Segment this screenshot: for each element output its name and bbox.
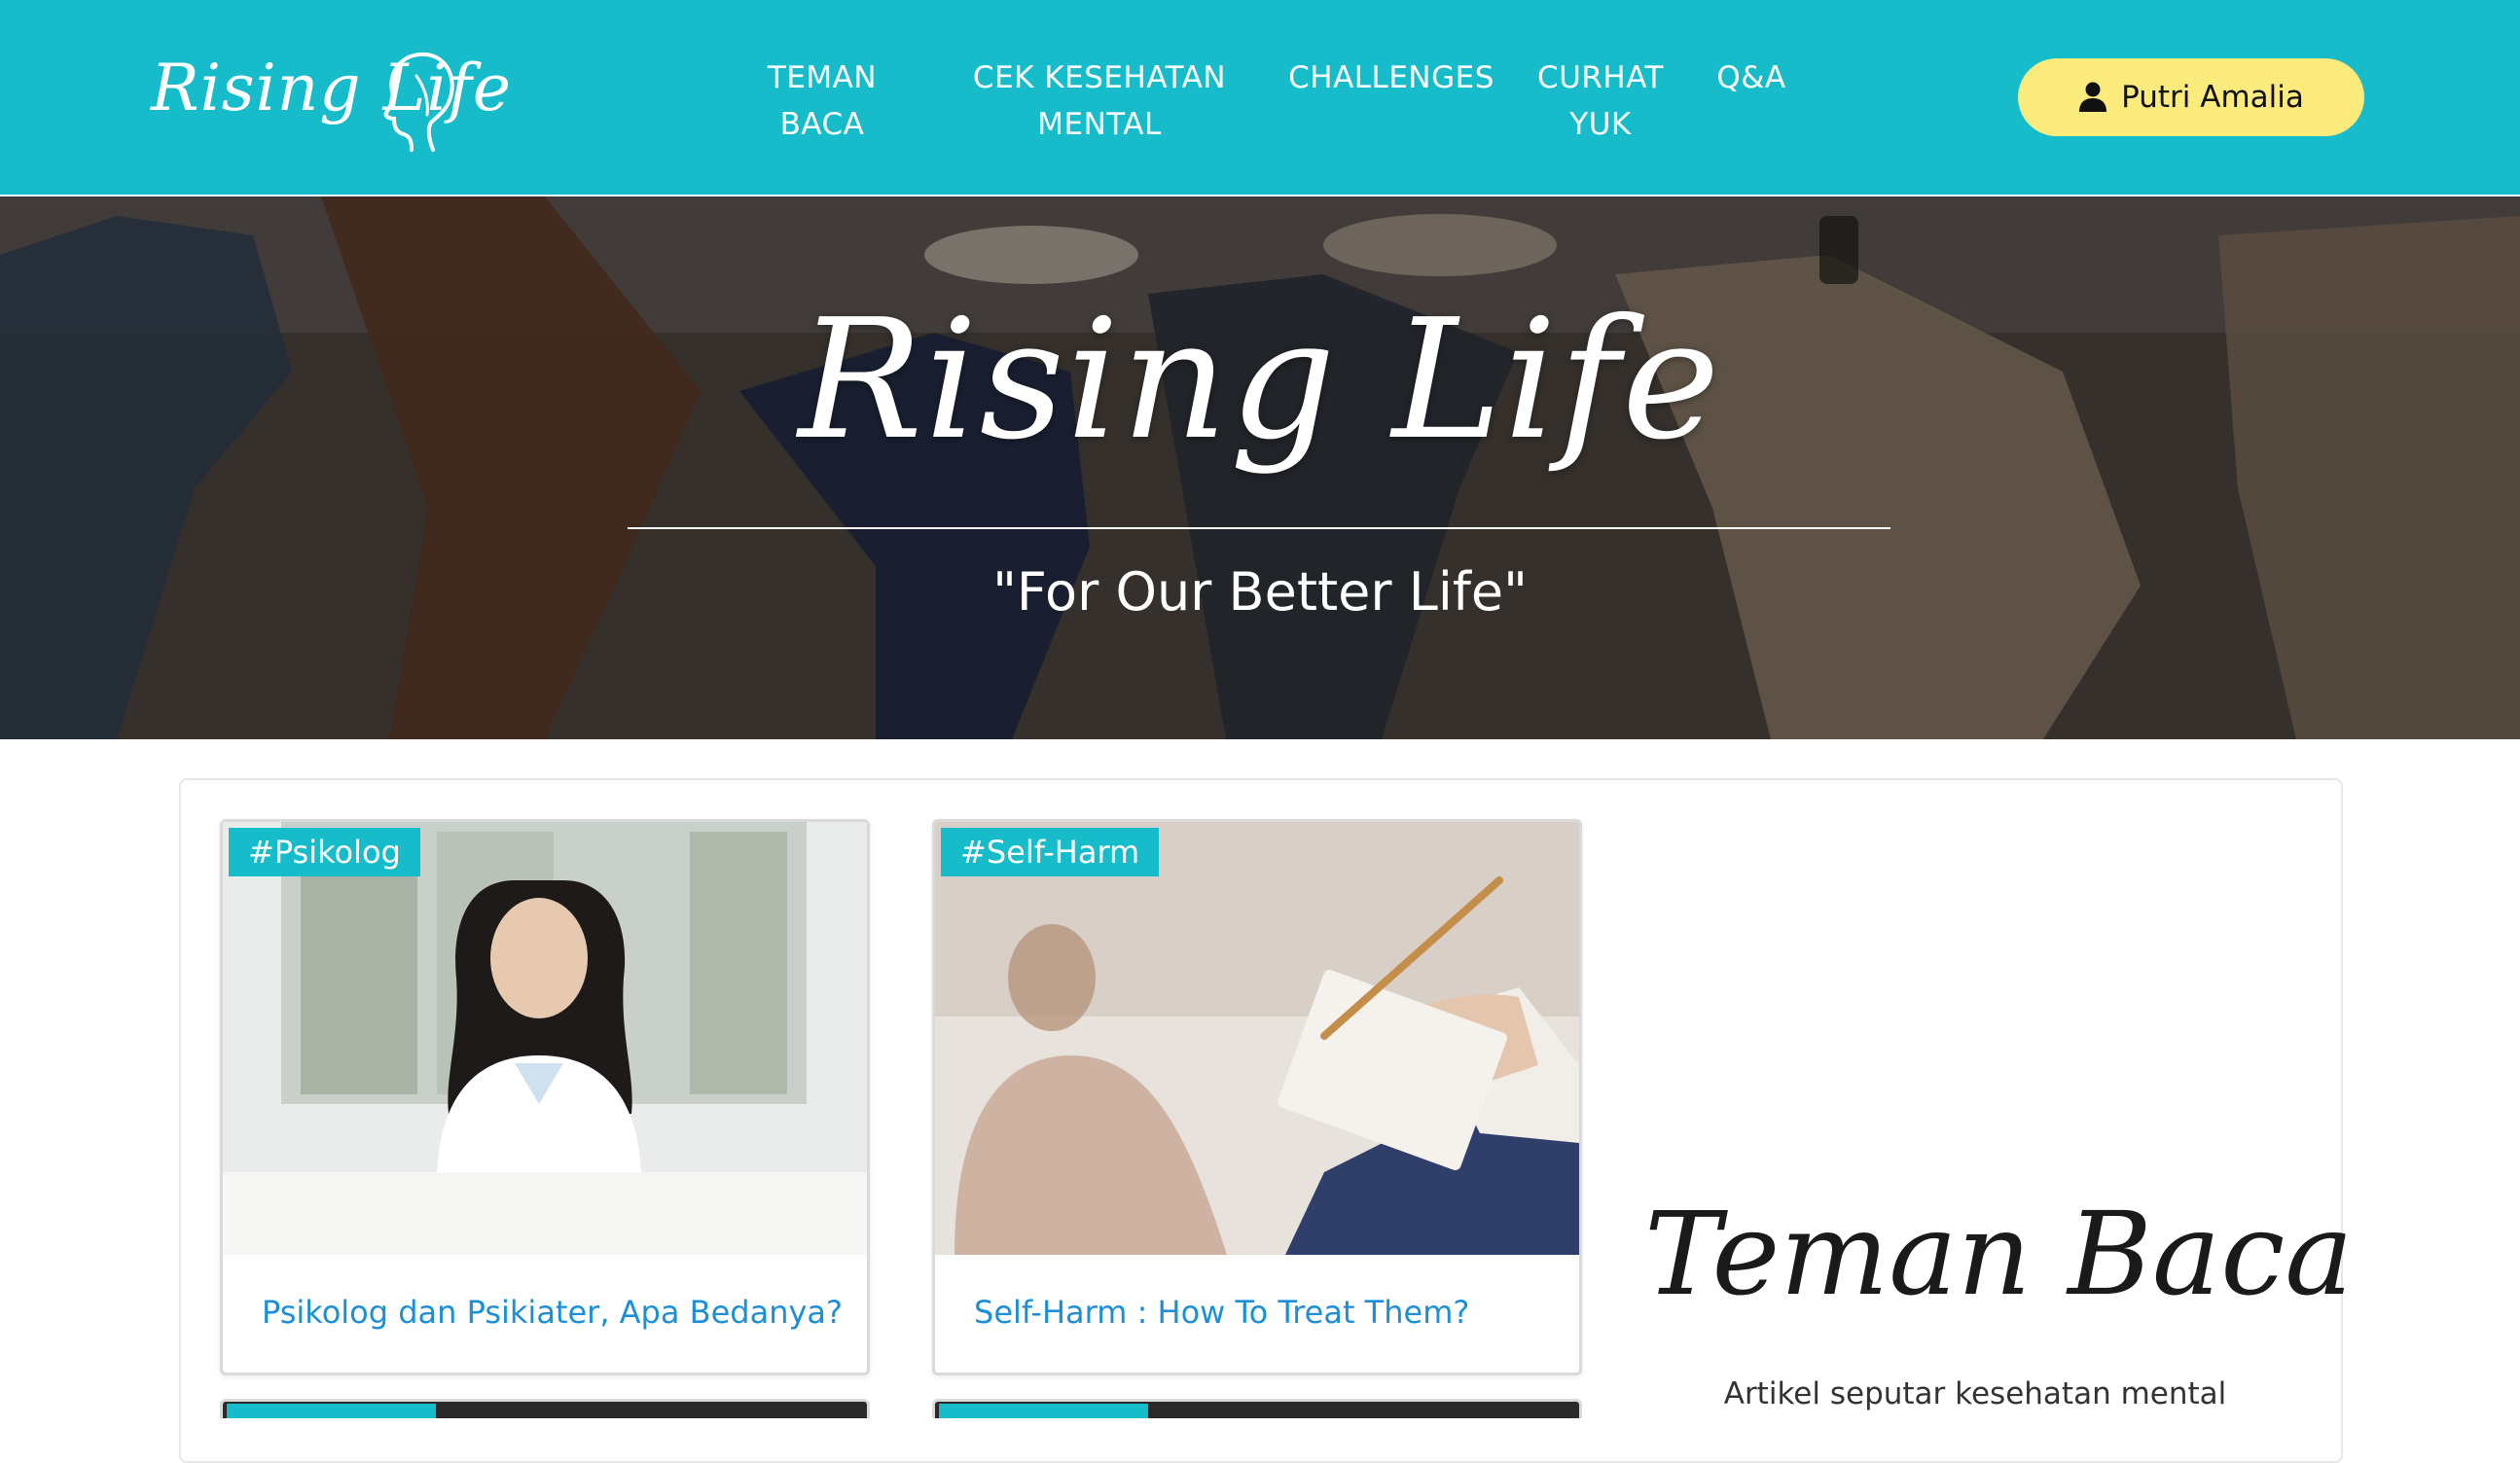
section-subtitle: Artikel seputar kesehatan mental bbox=[1723, 1376, 2227, 1411]
nav-cek-kesehatan-mental[interactable]: CEK KESEHATAN MENTAL bbox=[958, 54, 1241, 148]
article-card[interactable]: #Self-Harm Self-Harm : How To Treat Them… bbox=[932, 819, 1582, 1375]
article-tag[interactable]: #Psikolog bbox=[229, 828, 420, 876]
nav-curhat-yuk[interactable]: CURHAT YUK bbox=[1528, 54, 1674, 148]
article-tag-partial bbox=[939, 1404, 1148, 1418]
user-profile-button[interactable]: Putri Amalia bbox=[2018, 58, 2364, 136]
article-card-partial[interactable] bbox=[220, 1399, 870, 1418]
nav-label-line: MENTAL bbox=[1037, 107, 1162, 142]
article-tag-partial bbox=[227, 1404, 436, 1418]
article-card-partial[interactable] bbox=[932, 1399, 1582, 1418]
brand-logo[interactable]: Rising Life bbox=[151, 47, 511, 154]
nav-label-line: CHALLENGES bbox=[1288, 60, 1494, 95]
article-card[interactable]: #Psikolog Psikolog dan Psikiater, Apa Be… bbox=[220, 819, 870, 1375]
head-profile-icon bbox=[383, 52, 454, 152]
article-title-link[interactable]: Self-Harm : How To Treat Them? bbox=[974, 1294, 1469, 1331]
article-tag[interactable]: #Self-Harm bbox=[941, 828, 1160, 876]
nav-label-line: CURHAT bbox=[1537, 60, 1664, 95]
section-title: Teman Baca bbox=[1644, 1187, 2354, 1321]
nav-label-line: CEK KESEHATAN bbox=[972, 60, 1227, 95]
nav-label-line: YUK bbox=[1569, 107, 1632, 142]
nav-label-line: TEMAN bbox=[767, 60, 878, 95]
article-image bbox=[223, 822, 867, 1255]
hero-tagline: "For Our Better Life" bbox=[992, 561, 1528, 623]
hero-divider bbox=[628, 527, 1890, 529]
article-image bbox=[935, 822, 1579, 1255]
nav-label-line: BACA bbox=[779, 107, 865, 142]
user-icon bbox=[2079, 82, 2107, 112]
article-title-link[interactable]: Psikolog dan Psikiater, Apa Bedanya? bbox=[262, 1294, 843, 1331]
nav-qa[interactable]: Q&A bbox=[1708, 54, 1795, 101]
navbar: Rising Life TEMAN BACA CEK KESEHATAN MEN… bbox=[0, 0, 2520, 196]
user-name: Putri Amalia bbox=[2121, 80, 2304, 115]
hero-banner: Rising Life "For Our Better Life" bbox=[0, 196, 2520, 739]
hero-title: Rising Life bbox=[798, 284, 1722, 477]
nav-label-line: Q&A bbox=[1716, 60, 1786, 95]
nav-teman-baca[interactable]: TEMAN BACA bbox=[739, 54, 905, 148]
nav-challenges[interactable]: CHALLENGES bbox=[1284, 54, 1498, 101]
